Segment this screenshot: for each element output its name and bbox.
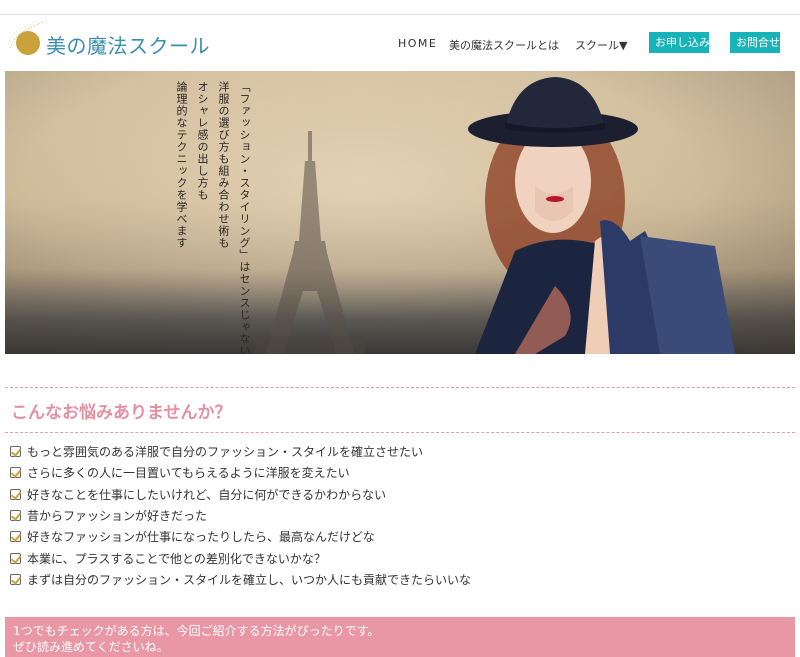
checkbox-checked-icon <box>10 467 21 479</box>
worries-checklist: もっと雰囲気のある洋服で自分のファッション・スタイルを確立させたい さらに多くの… <box>10 441 471 590</box>
list-item: 好きなことを仕事にしたいけれど、自分に何ができるかわからない <box>10 484 471 505</box>
nav-about-link[interactable]: 美の魔法スクールとは <box>449 37 559 53</box>
eiffel-tower-image <box>255 131 365 354</box>
main-nav: HOME 美の魔法スクールとは スクール▼ お申し込み お問合せ <box>0 32 800 54</box>
hero-copy-line: 洋服の選び方も組み合わせ術も <box>217 81 230 249</box>
checkbox-checked-icon <box>10 531 21 543</box>
hero-copy-line: 「ファッション・スタイリング」はセンスじゃない <box>238 81 251 354</box>
checkbox-checked-icon <box>10 573 21 585</box>
list-item-text: 好きなことを仕事にしたいけれど、自分に何ができるかわからない <box>27 487 387 502</box>
list-item-text: 本業に、プラスすることで他との差別化できないかな？ <box>27 551 326 566</box>
list-item: 好きなファッションが仕事になったりしたら、最高なんだけどな <box>10 526 471 547</box>
recommendation-banner: 1つでもチェックがある方は、今回ご紹介する方法がぴったりです。 ぜひ読み進めてく… <box>5 617 795 657</box>
list-item: もっと雰囲気のある洋服で自分のファッション・スタイルを確立させたい <box>10 441 471 462</box>
nav-school-dropdown[interactable]: スクール▼ <box>575 37 627 53</box>
woman-with-hat-image <box>468 77 735 354</box>
checkbox-checked-icon <box>10 446 21 458</box>
header-top-rule <box>0 14 800 15</box>
checkbox-checked-icon <box>10 510 21 522</box>
section-title: こんなお悩みありませんか？ <box>11 403 232 423</box>
list-item-text: さらに多くの人に一目置いてもらえるように洋服を変えたい <box>27 466 350 481</box>
hero-copy-line: オシャレ感の出し方も <box>196 81 209 201</box>
section-divider <box>5 387 795 388</box>
list-item: 本業に、プラスすることで他との差別化できないかな？ <box>10 547 471 568</box>
list-item: 昔からファッションが好きだった <box>10 505 471 526</box>
checkbox-checked-icon <box>10 488 21 500</box>
banner-line: ぜひ読み進めてくださいね。 <box>13 640 169 654</box>
banner-line: 1つでもチェックがある方は、今回ご紹介する方法がぴったりです。 <box>13 624 380 638</box>
section-divider <box>5 432 795 433</box>
hero-banner: 「ファッション・スタイリング」はセンスじゃない 洋服の選び方も組み合わせ術も オ… <box>5 71 795 354</box>
list-item: まずは自分のファッション・スタイルを確立し、いつか人にも貢献できたらいいな <box>10 569 471 590</box>
hero-copy-line: 論理的なテクニックを学べます <box>175 81 188 249</box>
list-item-text: 好きなファッションが仕事になったりしたら、最高なんだけどな <box>27 530 375 545</box>
contact-button[interactable]: お問合せ <box>730 32 780 53</box>
list-item-text: もっと雰囲気のある洋服で自分のファッション・スタイルを確立させたい <box>27 445 424 460</box>
apply-button[interactable]: お申し込み <box>649 32 710 53</box>
list-item: さらに多くの人に一目置いてもらえるように洋服を変えたい <box>10 462 471 483</box>
checkbox-checked-icon <box>10 552 21 564</box>
list-item-text: 昔からファッションが好きだった <box>27 509 208 524</box>
nav-home-link[interactable]: HOME <box>398 37 437 50</box>
hero-catchcopy: 「ファッション・スタイリング」はセンスじゃない 洋服の選び方も組み合わせ術も オ… <box>175 81 251 354</box>
list-item-text: まずは自分のファッション・スタイルを確立し、いつか人にも貢献できたらいいな <box>27 572 472 587</box>
